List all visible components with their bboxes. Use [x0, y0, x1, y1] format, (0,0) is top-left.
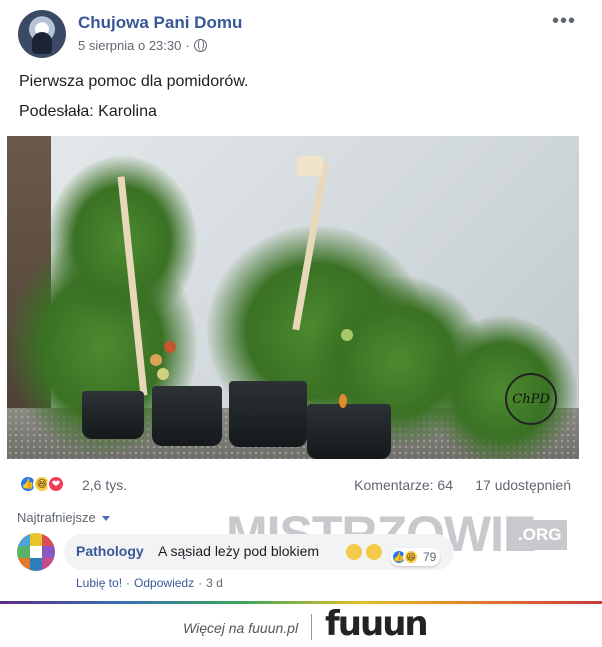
share-count-link[interactable]: 17 udostępnień: [475, 477, 571, 493]
reactions-bar: 👍 😆 ❤ 2,6 tys. Komentarze: 64 17 udostęp…: [19, 475, 571, 495]
like-comment-button[interactable]: Lubię to!: [76, 576, 122, 590]
post-text-line-1: Pierwsza pomoc dla pomidorów.: [19, 73, 249, 90]
page-avatar[interactable]: [18, 10, 66, 58]
fuuun-logo[interactable]: fuuun: [325, 604, 429, 644]
post-header: Chujowa Pani Domu 5 sierpnia o 23:30 · •…: [18, 10, 584, 60]
more-options-icon[interactable]: •••: [552, 10, 576, 33]
photo-pot: [152, 386, 222, 446]
photo-pot: [82, 391, 144, 439]
comment-author-link[interactable]: Pathology: [76, 543, 144, 559]
comment-text: A sąsiad leży pod blokiem: [158, 543, 320, 559]
photo-tomato: [164, 341, 176, 353]
post-timestamp[interactable]: 5 sierpnia o 23:30: [78, 38, 181, 53]
footer-more-link[interactable]: Więcej na fuuun.pl: [183, 620, 298, 636]
comment-count-link[interactable]: Komentarze: 64: [354, 477, 453, 493]
comment-sort-dropdown[interactable]: Najtrafniejsze: [17, 510, 110, 525]
mistrzowie-watermark-tld: .ORG: [512, 520, 568, 550]
footer-separator: [311, 614, 312, 640]
sort-label: Najtrafniejsze: [17, 510, 96, 525]
reaction-icons[interactable]: 👍 😆 ❤: [19, 475, 65, 493]
wink-emoji-icon: [346, 544, 362, 560]
post-photo[interactable]: ChPD: [7, 136, 579, 459]
comment-age[interactable]: 3 d: [206, 576, 223, 590]
post-text-line-2: Podesłała: Karolina: [19, 103, 157, 120]
photo-pot: [229, 381, 307, 447]
photo-tomato: [157, 368, 169, 380]
post-meta: 5 sierpnia o 23:30 ·: [78, 38, 207, 53]
photo-tomato: [150, 354, 162, 366]
reaction-count[interactable]: 2,6 tys.: [82, 477, 127, 493]
reply-button[interactable]: Odpowiedz: [134, 576, 194, 590]
chevron-down-icon: [101, 516, 110, 521]
haha-icon: 😆: [403, 549, 419, 565]
photo-tomato: [341, 329, 353, 341]
laughing-emoji-icon: [366, 544, 382, 560]
photo-pepper: [339, 394, 347, 408]
comment-actions: Lubię to! · Odpowiedz · 3 d: [76, 576, 223, 590]
photo-pot: [307, 404, 391, 459]
comment-reactions[interactable]: 👍 😆 79: [390, 548, 441, 566]
page-name-link[interactable]: Chujowa Pani Domu: [78, 13, 242, 33]
love-icon: ❤: [47, 475, 65, 493]
comment-reaction-count: 79: [423, 550, 437, 564]
photo-watermark-stamp: ChPD: [505, 373, 557, 425]
commenter-avatar[interactable]: [17, 533, 55, 571]
globe-icon[interactable]: [193, 39, 207, 52]
footer-divider: [0, 601, 602, 604]
